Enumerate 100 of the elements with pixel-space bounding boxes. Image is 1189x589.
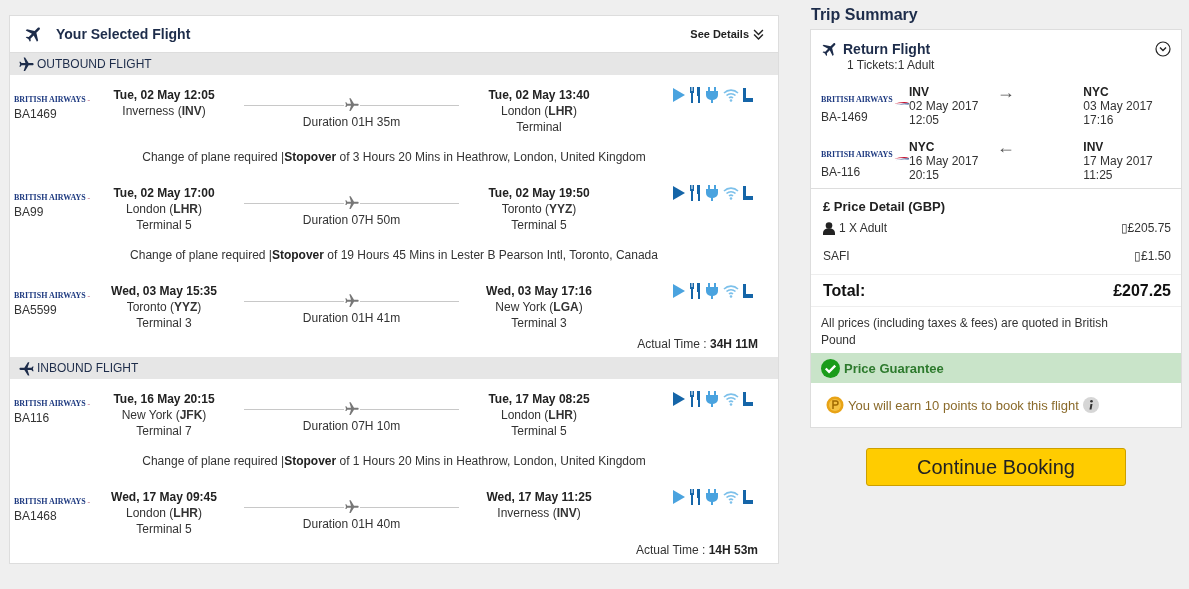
seat-icon xyxy=(743,88,753,102)
flight-number: BA1469 xyxy=(14,107,58,121)
plane-icon xyxy=(343,293,360,309)
plug-icon xyxy=(705,283,719,299)
flight-time: 17:16 xyxy=(1083,113,1115,127)
flight-number: BA1468 xyxy=(14,509,58,523)
arrival-time: Wed, 03 May 17:16 xyxy=(485,283,593,299)
see-details-link[interactable]: See Details xyxy=(690,28,764,40)
terminal: Terminal 7 xyxy=(135,423,193,439)
price-label: SAFI xyxy=(823,249,850,263)
plane-icon xyxy=(343,401,360,417)
departure-time: Tue, 02 May 12:05 xyxy=(112,87,216,103)
continue-booking-button[interactable]: Continue Booking xyxy=(866,448,1126,486)
arrival-time: Tue, 02 May 19:50 xyxy=(487,185,591,201)
plug-icon xyxy=(705,391,719,407)
airport-code: INV xyxy=(1083,140,1105,154)
duration: Duration 07H 10m xyxy=(301,419,402,433)
guarantee-text: Price Guarantee xyxy=(844,360,944,376)
flight-number: BA5599 xyxy=(14,303,58,317)
flight-number: BA-116 xyxy=(821,165,862,179)
duration: Duration 01H 41m xyxy=(301,311,402,325)
flight-date: 17 May 2017 xyxy=(1083,154,1154,168)
arrival-airport: Inverness (INV) xyxy=(496,505,582,521)
arrival-airport: New York (LGA) xyxy=(494,299,584,315)
seat-icon xyxy=(743,490,753,504)
departure-airport: Toronto (YYZ) xyxy=(125,299,203,315)
airline-logo: BRITISH AIRWAYS xyxy=(14,291,90,300)
wifi-icon xyxy=(723,88,739,102)
arrow: → xyxy=(996,82,1015,102)
airline-logo: BRITISH AIRWAYS xyxy=(14,193,90,202)
plug-icon xyxy=(705,185,719,201)
flight-date: 02 May 2017 xyxy=(909,99,980,113)
airline-logo: BRITISH AIRWAYS xyxy=(14,399,90,408)
seat-icon xyxy=(743,392,753,406)
airline-logo: BRITISH AIRWAYS xyxy=(14,95,90,104)
terminal: Terminal 5 xyxy=(510,217,568,233)
section-header: INBOUND FLIGHT xyxy=(10,357,778,379)
fork-knife-icon xyxy=(689,283,701,299)
plane-icon xyxy=(343,195,360,211)
airport-code: NYC xyxy=(909,140,936,154)
terminal: Terminal 5 xyxy=(135,521,193,537)
wifi-icon xyxy=(723,186,739,200)
flight-date: 03 May 2017 xyxy=(1083,99,1154,113)
departure-airport: London (LHR) xyxy=(124,201,203,217)
fork-knife-icon xyxy=(689,185,701,201)
flight-time: 20:15 xyxy=(909,168,941,182)
person-icon xyxy=(823,221,835,235)
panel-title: Your Selected Flight xyxy=(56,26,192,42)
actual-time: Actual Time : 34H 11M xyxy=(637,337,758,351)
wifi-icon xyxy=(723,284,739,298)
airline-logo: BRITISH AIRWAYS xyxy=(821,93,909,107)
ticket-count: 1 Tickets:1 Adult xyxy=(846,58,936,72)
terminal: Terminal 5 xyxy=(135,217,193,233)
duration: Duration 01H 40m xyxy=(301,517,402,531)
plane-icon xyxy=(18,359,35,377)
departure-airport: New York (JFK) xyxy=(120,407,208,423)
departure-airport: London (LHR) xyxy=(124,505,203,521)
coin-icon xyxy=(826,396,844,414)
departure-time: Wed, 03 May 15:35 xyxy=(110,283,218,299)
price-label: 1 X Adult xyxy=(839,221,888,235)
flight-time: 12:05 xyxy=(909,113,941,127)
fork-knife-icon xyxy=(689,391,701,407)
duration: Duration 01H 35m xyxy=(301,115,402,129)
summary-title: Trip Summary xyxy=(811,7,919,21)
arrival-time: Wed, 17 May 11:25 xyxy=(485,489,593,505)
price-amount: ▯£1.50 xyxy=(1133,249,1171,263)
arrow: ← xyxy=(996,137,1015,157)
info-icon xyxy=(1082,397,1099,413)
actual-time: Actual Time : 14H 53m xyxy=(635,543,758,557)
flight-number: BA-1469 xyxy=(821,110,869,124)
arrival-time: Tue, 17 May 08:25 xyxy=(487,391,591,407)
departure-time: Tue, 02 May 17:00 xyxy=(112,185,216,201)
plug-icon xyxy=(705,87,719,103)
points-note: You will earn 10 points to book this flight xyxy=(848,397,1079,413)
airline-logo: BRITISH AIRWAYS xyxy=(14,497,90,506)
plane-icon xyxy=(343,499,360,515)
total-amount: £207.25 xyxy=(1113,282,1171,300)
price-note: All prices (including taxes & fees) are quoted in British Pound xyxy=(820,315,1109,349)
terminal: Terminal 3 xyxy=(510,315,568,331)
flight-number: BA116 xyxy=(14,411,51,425)
fork-knife-icon xyxy=(689,489,701,505)
arrival-time: Tue, 02 May 13:40 xyxy=(487,87,591,103)
fork-knife-icon xyxy=(689,87,701,103)
departure-time: Tue, 16 May 20:15 xyxy=(112,391,216,407)
check-circle-icon xyxy=(821,358,840,378)
terminal: Terminal 5 xyxy=(510,423,568,439)
plane-icon xyxy=(343,97,360,113)
price-amount: ▯£205.75 xyxy=(1120,221,1171,235)
terminal: Terminal 3 xyxy=(135,315,193,331)
arrival-airport: London (LHR) xyxy=(499,407,578,423)
stopover-note: Change of plane required |Stopover of 19 Hours 45 Mins in Lester B Pearson Intl, Toronto, Canada xyxy=(130,248,658,262)
stopover-note: Change of plane required |Stopover of 1 Hours 20 Mins in Heathrow, London, United Kingdom xyxy=(142,454,646,468)
flight-date: 16 May 2017 xyxy=(909,154,980,168)
airline-logo: BRITISH AIRWAYS xyxy=(821,148,909,162)
trip-type: Return Flight xyxy=(843,41,932,57)
arrival-airport: London (LHR) xyxy=(499,103,578,119)
airport-code: INV xyxy=(909,85,930,99)
plug-icon xyxy=(705,489,719,505)
stopover-note: Change of plane required |Stopover of 3 Hours 20 Mins in Heathrow, London, United Kingdom xyxy=(142,150,646,164)
duration: Duration 07H 50m xyxy=(301,213,402,227)
